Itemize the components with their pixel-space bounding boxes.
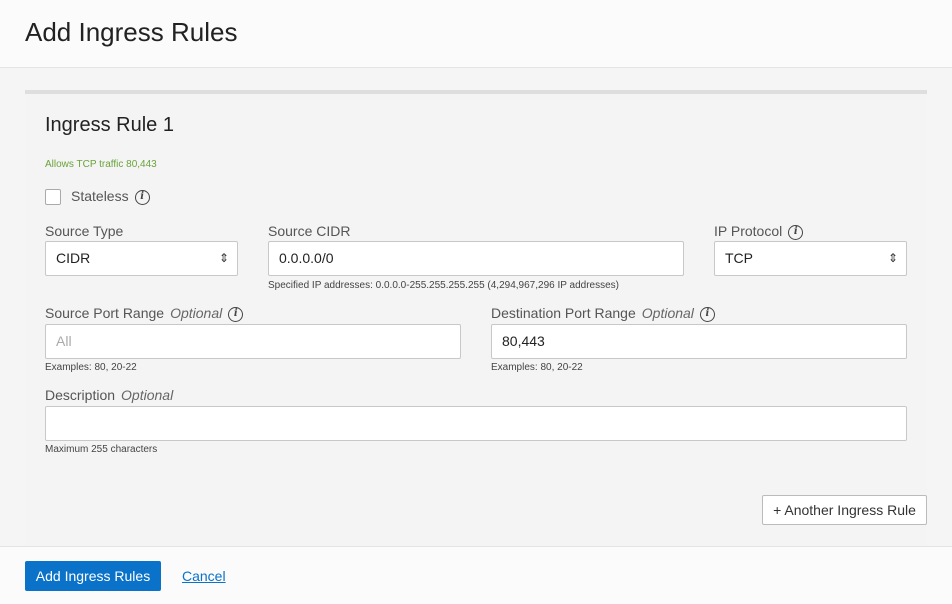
add-ingress-rules-button[interactable]: Add Ingress Rules: [25, 561, 161, 591]
source-type-select[interactable]: CIDR ⇕: [45, 241, 238, 276]
select-arrows-icon: ⇕: [887, 251, 898, 265]
source-port-help: Examples: 80, 20-22: [45, 362, 137, 373]
cancel-link[interactable]: Cancel: [182, 568, 226, 584]
page-title: Add Ingress Rules: [25, 17, 238, 47]
source-cidr-help: Specified IP addresses: 0.0.0.0-255.255.…: [268, 280, 619, 291]
description-help: Maximum 255 characters: [45, 444, 158, 455]
select-arrows-icon: ⇕: [218, 251, 229, 265]
optional-tag: Optional: [641, 305, 694, 321]
info-icon[interactable]: i: [788, 224, 804, 240]
info-icon[interactable]: i: [134, 189, 150, 205]
stateless-checkbox[interactable]: [45, 189, 61, 205]
dest-port-input[interactable]: 80,443: [491, 324, 907, 359]
info-icon[interactable]: i: [228, 306, 244, 322]
info-icon[interactable]: i: [699, 306, 715, 322]
dialog-header: Add Ingress Rules: [0, 0, 952, 68]
optional-tag: Optional: [121, 387, 174, 403]
rule-title: Ingress Rule 1: [45, 114, 174, 136]
ip-protocol-value: TCP: [725, 250, 753, 266]
source-port-input[interactable]: All: [45, 324, 461, 359]
another-ingress-rule-button[interactable]: + Another Ingress Rule: [762, 495, 927, 525]
description-label: Description: [45, 387, 116, 403]
rule-summary: Allows TCP traffic 80,443: [45, 159, 157, 170]
description-input[interactable]: [45, 406, 907, 441]
source-type-value: CIDR: [56, 250, 91, 266]
dest-port-label: Destination Port Range: [491, 305, 636, 321]
optional-tag: Optional: [170, 305, 223, 321]
source-cidr-input[interactable]: 0.0.0.0/0: [268, 241, 684, 276]
stateless-label: Stateless: [71, 188, 129, 204]
ip-protocol-label: IP Protocol: [714, 223, 783, 239]
source-cidr-label: Source CIDR: [268, 223, 351, 239]
source-type-label: Source Type: [45, 223, 124, 239]
dest-port-help: Examples: 80, 20-22: [491, 362, 583, 373]
source-port-label: Source Port Range: [45, 305, 165, 321]
ip-protocol-select[interactable]: TCP ⇕: [714, 241, 907, 276]
